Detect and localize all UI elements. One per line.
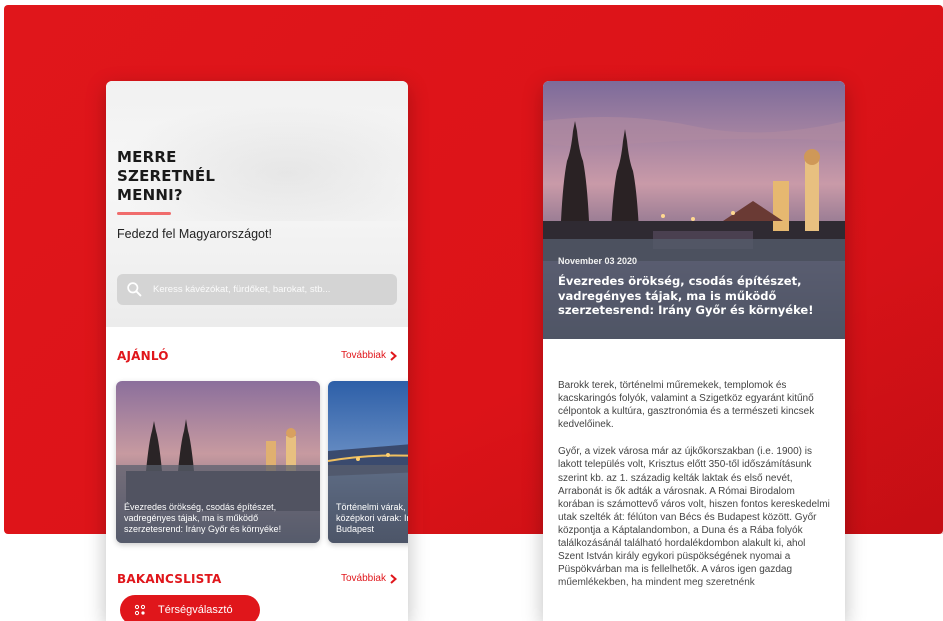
showcase-stage: MERRE SZERETNÉL MENNI? Fedezd fel Magyar… [0,0,943,621]
bucketlist-section-title: BAKANCSLISTA [117,572,222,586]
article-hero: November 03 2020 Évezredes örökség, csod… [543,81,845,339]
bucketlist-section-header: BAKANCSLISTA Továbbiak [117,572,397,588]
chevron-right-icon [390,350,397,361]
region-selector-label: Térségválasztó [158,604,233,616]
featured-more-link[interactable]: Továbbiak [341,350,397,361]
article-paragraph: Barokk terek, történelmi műremekek, temp… [558,380,815,431]
home-screen: MERRE SZERETNÉL MENNI? Fedezd fel Magyar… [106,81,408,621]
featured-card[interactable]: Történelmi várak, középkori várak: Irány… [328,381,408,543]
card-title: Évezredes örökség, csodás építészet, vad… [124,502,282,534]
map-pin-icon [134,604,146,616]
featured-more-label: Továbbiak [340,350,386,361]
card-title: Történelmi várak, középkori várak: Irány… [336,502,408,534]
featured-carousel: Évezredes örökség, csodás építészet, vad… [116,381,408,545]
region-selector-button[interactable]: Térségválasztó [120,595,260,621]
hero-subtitle: Fedezd fel Magyarországot! [117,227,272,241]
bucketlist-more-label: Továbbiak [340,573,386,584]
bucketlist-more-link[interactable]: Továbbiak [341,573,397,584]
hero-section: MERRE SZERETNÉL MENNI? Fedezd fel Magyar… [106,81,408,327]
search-bar[interactable] [117,274,397,305]
search-input[interactable] [153,274,389,305]
hero-title: MERRE SZERETNÉL MENNI? [117,148,216,204]
article-title: Évezredes örökség, csodás építészet, vad… [558,274,814,317]
hero-underline [117,212,171,215]
featured-section-title: AJÁNLÓ [117,349,169,363]
article-date: November 03 2020 [558,256,638,266]
search-icon [127,282,142,297]
scroll-fade [543,581,845,621]
article-screen: November 03 2020 Évezredes örökség, csod… [543,81,845,621]
article-paragraph: Győr, a vizek városa már az újkőkorszakb… [558,446,830,588]
featured-card[interactable]: Évezredes örökség, csodás építészet, vad… [116,381,320,543]
featured-section-header: AJÁNLÓ Továbbiak [117,349,397,365]
chevron-right-icon [390,573,397,584]
article-body: Barokk terek, történelmi műremekek, temp… [558,379,833,603]
